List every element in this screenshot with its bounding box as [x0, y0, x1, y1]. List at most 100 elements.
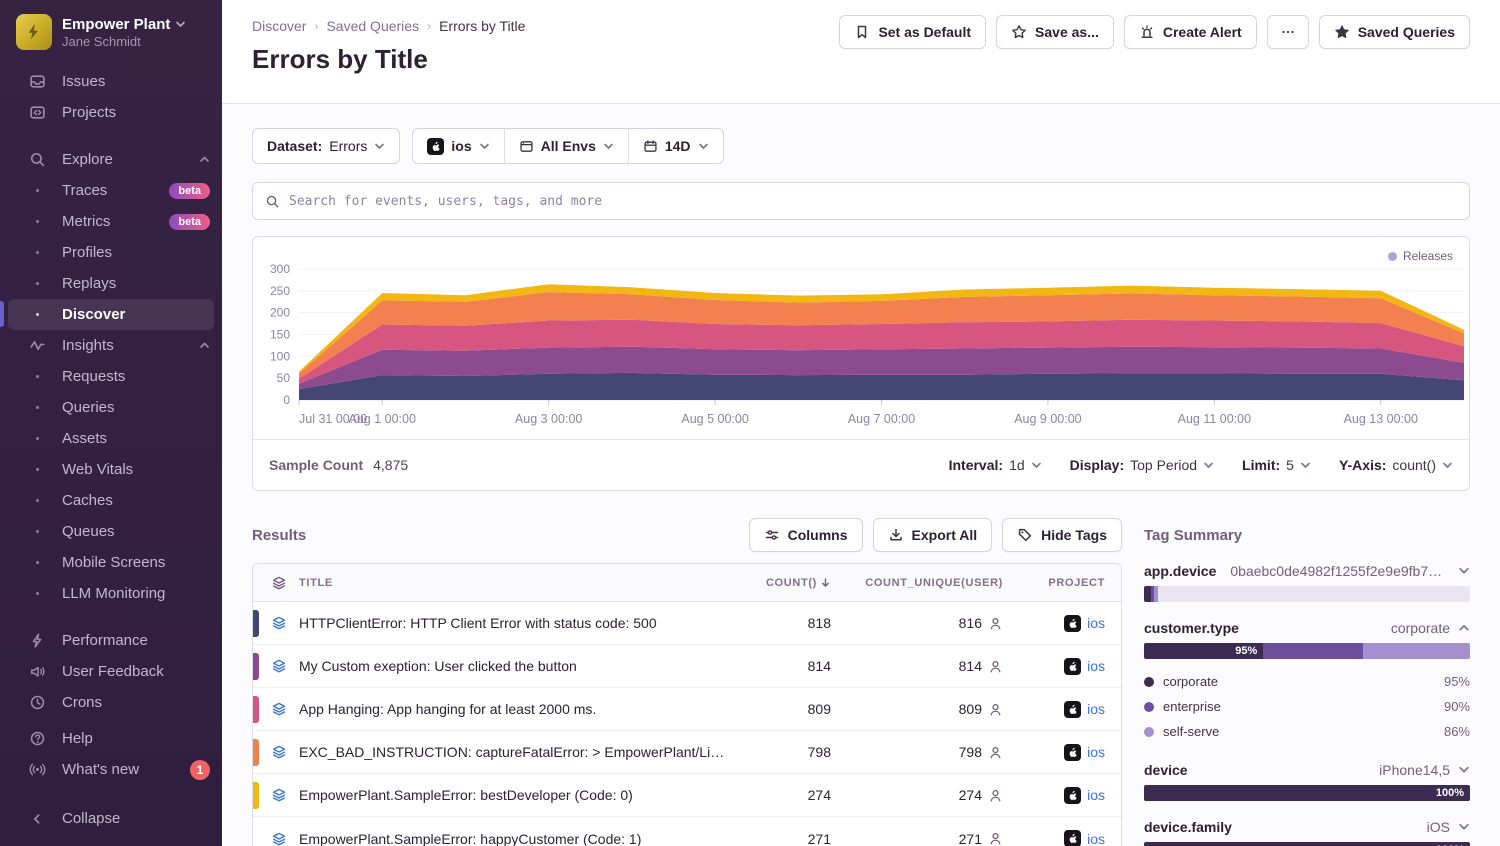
error-title[interactable]: EXC_BAD_INSTRUCTION: captureFatalError: …	[299, 744, 739, 760]
chevron-down-icon	[1458, 565, 1470, 577]
sidebar-item-issues[interactable]: Issues	[0, 66, 222, 97]
button-label: Create Alert	[1163, 24, 1242, 40]
sidebar-item-mobile-screens[interactable]: Mobile Screens	[0, 547, 222, 578]
sidebar-item-metrics[interactable]: Metrics beta	[0, 206, 222, 237]
stack-icon[interactable]	[253, 575, 299, 591]
project-link[interactable]: ios	[1087, 701, 1105, 717]
chart-legend[interactable]: Releases	[1388, 249, 1453, 263]
stack-icon[interactable]	[253, 701, 299, 717]
column-title[interactable]: Title	[299, 577, 739, 589]
display-selector[interactable]: Display: Top Period	[1070, 457, 1214, 473]
yaxis-selector[interactable]: Y-Axis: count()	[1339, 457, 1453, 473]
sidebar-item-profiles[interactable]: Profiles	[0, 237, 222, 268]
sidebar-item-whats-new[interactable]: What's new 1	[0, 754, 222, 785]
sidebar-item-label: What's new	[62, 761, 174, 778]
stack-icon[interactable]	[253, 787, 299, 803]
sidebar-item-assets[interactable]: Assets	[0, 423, 222, 454]
facet-toggle[interactable]: customer.type corporate	[1144, 620, 1470, 636]
sidebar-section-label: Explore	[62, 151, 183, 168]
apple-icon	[1064, 830, 1081, 846]
apple-icon	[427, 138, 444, 155]
breadcrumb-saved-queries[interactable]: Saved Queries	[326, 18, 419, 34]
sidebar-item-projects[interactable]: Projects	[0, 97, 222, 128]
facet-toggle[interactable]: device iPhone14,5	[1144, 762, 1470, 778]
sidebar-item-replays[interactable]: Replays	[0, 268, 222, 299]
sidebar-item-queries[interactable]: Queries	[0, 392, 222, 423]
table-row[interactable]: App Hanging: App hanging for at least 20…	[253, 688, 1121, 731]
sidebar-item-label: Help	[62, 730, 210, 747]
saved-queries-button[interactable]: Saved Queries	[1319, 15, 1470, 49]
sidebar-item-llm-monitoring[interactable]: LLM Monitoring	[0, 578, 222, 609]
tag-summary-heading: Tag Summary	[1144, 515, 1470, 555]
facet-bar[interactable]: 100%	[1144, 842, 1470, 846]
export-all-button[interactable]: Export All	[873, 518, 993, 552]
sidebar-item-label: Projects	[62, 104, 210, 121]
table-row[interactable]: EXC_BAD_INSTRUCTION: captureFatalError: …	[253, 731, 1121, 774]
sidebar-item-performance[interactable]: Performance	[0, 625, 222, 656]
sample-count-label: Sample Count	[269, 457, 363, 473]
facet-legend-item[interactable]: self-serve 86%	[1144, 719, 1470, 744]
set-as-default-button[interactable]: Set as Default	[839, 15, 986, 49]
more-actions-button[interactable]	[1267, 15, 1309, 49]
error-title[interactable]: EmpowerPlant.SampleError: happyCustomer …	[299, 831, 739, 846]
facet-legend-item[interactable]: enterprise 90%	[1144, 694, 1470, 719]
sidebar-item-requests[interactable]: Requests	[0, 361, 222, 392]
sidebar-item-caches[interactable]: Caches	[0, 485, 222, 516]
error-title[interactable]: EmpowerPlant.SampleError: bestDeveloper …	[299, 787, 739, 803]
project-link[interactable]: ios	[1087, 831, 1105, 846]
project-filter[interactable]: ios	[413, 129, 503, 163]
sidebar-item-help[interactable]: Help	[0, 723, 222, 754]
column-count[interactable]: Count()	[739, 577, 831, 589]
org-switcher[interactable]: Empower Plant Jane Schmidt	[0, 0, 222, 66]
interval-selector[interactable]: Interval: 1d	[949, 457, 1042, 473]
project-link[interactable]: ios	[1087, 658, 1105, 674]
facet-legend-item[interactable]: corporate 95%	[1144, 669, 1470, 694]
limit-selector[interactable]: Limit: 5	[1242, 457, 1311, 473]
sidebar-item-discover[interactable]: Discover	[8, 299, 214, 330]
columns-button[interactable]: Columns	[749, 518, 863, 552]
error-title[interactable]: My Custom exeption: User clicked the but…	[299, 658, 739, 674]
facet-toggle[interactable]: app.device 0baebc0de4982f1255f2e9e9fb7…	[1144, 563, 1470, 579]
search-bar[interactable]	[252, 182, 1470, 220]
breadcrumb-discover[interactable]: Discover	[252, 18, 306, 34]
table-row[interactable]: My Custom exeption: User clicked the but…	[253, 645, 1121, 688]
create-alert-button[interactable]: Create Alert	[1124, 15, 1257, 49]
table-row[interactable]: EmpowerPlant.SampleError: happyCustomer …	[253, 817, 1121, 846]
stack-icon[interactable]	[253, 615, 299, 631]
project-link[interactable]: ios	[1087, 615, 1105, 631]
facet-bar[interactable]: 95%	[1144, 643, 1470, 659]
sidebar-item-web-vitals[interactable]: Web Vitals	[0, 454, 222, 485]
sidebar-section-insights[interactable]: Insights	[0, 330, 222, 361]
error-title[interactable]: HTTPClientError: HTTP Client Error with …	[299, 615, 739, 631]
stack-icon[interactable]	[253, 831, 299, 846]
stack-icon[interactable]	[253, 658, 299, 674]
facet-toggle[interactable]: device.family iOS	[1144, 819, 1470, 835]
sidebar-item-queues[interactable]: Queues	[0, 516, 222, 547]
chevron-down-icon	[1458, 821, 1470, 833]
project-link[interactable]: ios	[1087, 787, 1105, 803]
facet-bar[interactable]	[1144, 586, 1470, 602]
sidebar-item-traces[interactable]: Traces beta	[0, 175, 222, 206]
date-range-filter[interactable]: 14D	[628, 129, 723, 163]
table-row[interactable]: HTTPClientError: HTTP Client Error with …	[253, 602, 1121, 645]
sidebar-collapse[interactable]: Collapse	[0, 803, 222, 834]
sidebar-item-crons[interactable]: Crons	[0, 687, 222, 718]
error-title[interactable]: App Hanging: App hanging for at least 20…	[299, 701, 739, 717]
sidebar-item-user-feedback[interactable]: User Feedback	[0, 656, 222, 687]
breadcrumb-separator: ›	[314, 19, 318, 33]
stack-icon[interactable]	[253, 744, 299, 760]
table-row[interactable]: EmpowerPlant.SampleError: bestDeveloper …	[253, 774, 1121, 817]
project-link[interactable]: ios	[1087, 744, 1105, 760]
sidebar-item-label: Issues	[62, 73, 210, 90]
dataset-selector[interactable]: Dataset: Errors	[252, 128, 400, 164]
apple-icon	[1064, 701, 1081, 718]
save-as-button[interactable]: Save as...	[996, 15, 1114, 49]
facet-bar[interactable]: 100%	[1144, 785, 1470, 801]
search-input[interactable]	[289, 194, 1457, 209]
hide-tags-button[interactable]: Hide Tags	[1002, 518, 1122, 552]
column-project[interactable]: Project	[1003, 577, 1121, 589]
column-count-unique[interactable]: Count_unique(user)	[831, 577, 1003, 589]
sidebar-section-explore[interactable]: Explore	[0, 144, 222, 175]
control-value: count()	[1392, 457, 1436, 473]
environment-filter[interactable]: All Envs	[504, 129, 628, 163]
